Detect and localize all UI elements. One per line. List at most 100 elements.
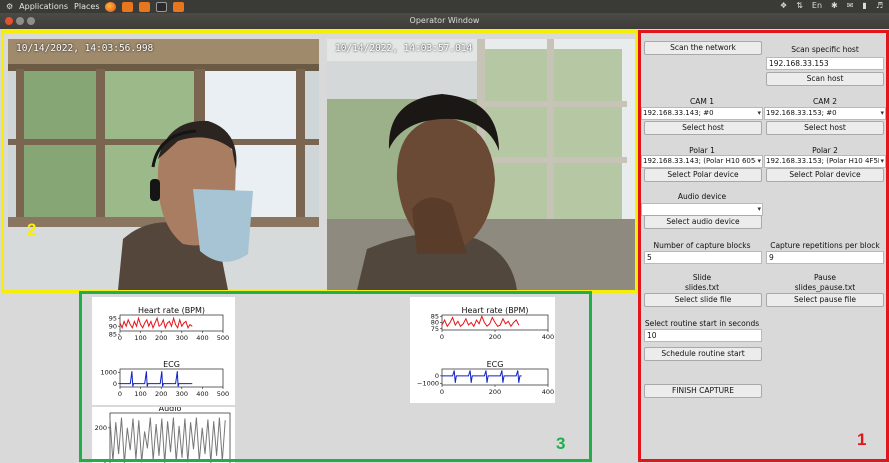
window-title: Operator Window — [409, 16, 480, 25]
polar2-select[interactable]: 192.168.33.153; (Polar H10 4F5F6B2C ▾ — [764, 155, 886, 168]
data-point-hr2-27 — [513, 322, 514, 323]
folder-icon[interactable] — [139, 1, 151, 12]
data-point-hr1-11 — [142, 327, 143, 329]
data-point-hr2-15 — [481, 315, 483, 317]
applications-menu[interactable]: Applications — [19, 2, 68, 11]
data-point-audio1-30 — [196, 417, 197, 418]
pause-file-name: slides_pause.txt — [794, 283, 856, 292]
data-point-hr1-23 — [167, 322, 168, 324]
capture-repetitions-input[interactable]: 9 — [766, 251, 884, 264]
cam2-select-value: 192.168.33.153; #0 — [766, 109, 837, 117]
series-line-ecg2 — [442, 370, 522, 383]
cam2-select[interactable]: 192.168.33.153; #0 ▾ — [764, 107, 886, 120]
select-host-button-2[interactable]: Select host — [766, 121, 884, 135]
data-point-hr1-28 — [177, 327, 178, 329]
data-point-hr1-8 — [136, 325, 137, 327]
chart-title-audio1: Audio — [159, 407, 182, 413]
data-point-hr1-21 — [162, 319, 164, 321]
data-point-ecg2-7 — [469, 370, 471, 371]
data-point-ecg1-4 — [133, 383, 134, 384]
data-point-ecg2-21 — [515, 375, 517, 377]
data-point-hr2-18 — [489, 323, 490, 325]
chevron-down-icon: ▾ — [880, 157, 884, 165]
data-point-hr2-13 — [476, 319, 477, 321]
firefox-icon[interactable] — [105, 1, 117, 12]
mail-icon[interactable]: ✉ — [847, 1, 854, 10]
maximize-window-button[interactable] — [27, 17, 35, 25]
data-point-hr2-19 — [492, 317, 493, 318]
data-point-ecg2-16 — [500, 375, 501, 377]
data-point-audio1-26 — [184, 418, 186, 419]
select-pause-file-button[interactable]: Select pause file — [766, 293, 884, 307]
routine-start-input[interactable]: 10 — [644, 329, 762, 342]
system-menu-icon[interactable]: ⚙ — [6, 2, 13, 11]
data-point-audio1-20 — [167, 421, 168, 422]
scan-host-button[interactable]: Scan host — [766, 72, 884, 86]
audio-device-label: Audio device — [677, 192, 727, 201]
data-point-ecg2-11 — [484, 375, 485, 377]
finish-capture-button[interactable]: FINISH CAPTURE — [644, 384, 762, 398]
battery-icon[interactable]: ▮ — [862, 1, 866, 10]
annotation-label-2: 2 — [27, 220, 37, 239]
x-tick-label-hr2: 400 — [542, 333, 554, 341]
terminal-icon[interactable] — [156, 1, 168, 12]
select-host-button-1[interactable]: Select host — [644, 121, 762, 135]
places-menu[interactable]: Places — [74, 2, 99, 11]
bluetooth-icon[interactable]: ✱ — [831, 1, 838, 10]
data-point-audio1-34 — [207, 419, 209, 420]
data-point-hr2-3 — [449, 322, 451, 323]
language-indicator[interactable]: En — [812, 1, 822, 10]
y-tick-label-ecg2: −1000 — [417, 380, 439, 388]
data-point-hr1-31 — [183, 322, 185, 324]
data-point-hr1-20 — [160, 324, 162, 325]
schedule-routine-start-button[interactable]: Schedule routine start — [644, 347, 762, 361]
dropbox-icon[interactable]: ❖ — [780, 1, 787, 10]
data-point-hr2-2 — [447, 325, 448, 327]
data-point-audio1-21 — [170, 451, 171, 453]
chevron-down-icon: ▾ — [757, 205, 761, 213]
minimize-window-button[interactable] — [16, 17, 24, 25]
data-point-audio1-36 — [213, 421, 214, 422]
series-line-audio1 — [109, 417, 226, 463]
data-point-ecg2-19 — [503, 375, 505, 377]
data-point-hr1-18 — [156, 317, 158, 319]
data-point-audio1-17 — [158, 455, 160, 457]
sensor-plots-participant-1: Heart rate (BPM) 0 100 200 300 400 500 95 90 85 EC… — [92, 297, 235, 405]
data-point-audio1-4 — [121, 417, 122, 418]
data-point-hr2-4 — [452, 317, 453, 318]
folder-icon[interactable] — [122, 1, 134, 12]
select-polar-button-2[interactable]: Select Polar device — [766, 168, 884, 182]
audio-plot-participant-1: Audio2000 — [92, 404, 235, 463]
plot-frame-audio1 — [109, 412, 231, 463]
y-tick-label-audio1: 200 — [95, 424, 107, 432]
capture-blocks-label: Number of capture blocks — [653, 241, 751, 250]
polar1-select[interactable]: 192.168.33.143; (Polar H10 6054012C ▾ — [641, 155, 763, 168]
scan-network-button[interactable]: Scan the network — [644, 41, 762, 55]
folder-icon[interactable] — [173, 1, 185, 12]
x-tick-label-hr1: 100 — [134, 334, 146, 342]
cam1-select[interactable]: 192.168.33.143; #0 ▾ — [641, 107, 763, 120]
data-point-ecg2-22 — [517, 370, 519, 371]
x-tick-label-hr2: 200 — [489, 333, 501, 341]
network-arrows-icon[interactable]: ⇅ — [796, 1, 803, 10]
data-point-audio1-22 — [173, 417, 174, 418]
select-slide-file-button[interactable]: Select slide file — [644, 293, 762, 307]
camera-2-image — [327, 39, 635, 290]
capture-blocks-input[interactable]: 5 — [644, 251, 762, 264]
data-point-ecg2-12 — [485, 370, 487, 371]
close-window-button[interactable] — [5, 17, 13, 25]
specific-host-input[interactable]: 192.168.33.153 — [766, 57, 884, 70]
select-polar-button-1[interactable]: Select Polar device — [644, 168, 762, 182]
chart-title-ecg1: ECG — [163, 360, 180, 369]
data-point-ecg1-8 — [146, 386, 148, 387]
data-point-audio1-9 — [135, 459, 137, 460]
data-point-ecg1-11 — [159, 383, 161, 384]
system-top-bar: ⚙ Applications Places ❖ ⇅ En ✱ ✉ ▮ ♬ — [0, 0, 889, 13]
select-audio-device-button[interactable]: Select audio device — [644, 215, 762, 229]
data-point-hr2-1 — [444, 319, 445, 321]
volume-icon[interactable]: ♬ — [876, 1, 883, 10]
data-point-ecg1-20 — [180, 383, 181, 384]
data-point-hr1-6 — [132, 327, 133, 329]
data-point-hr2-0 — [441, 324, 443, 326]
chart-title-hr2: Heart rate (BPM) — [461, 306, 528, 315]
